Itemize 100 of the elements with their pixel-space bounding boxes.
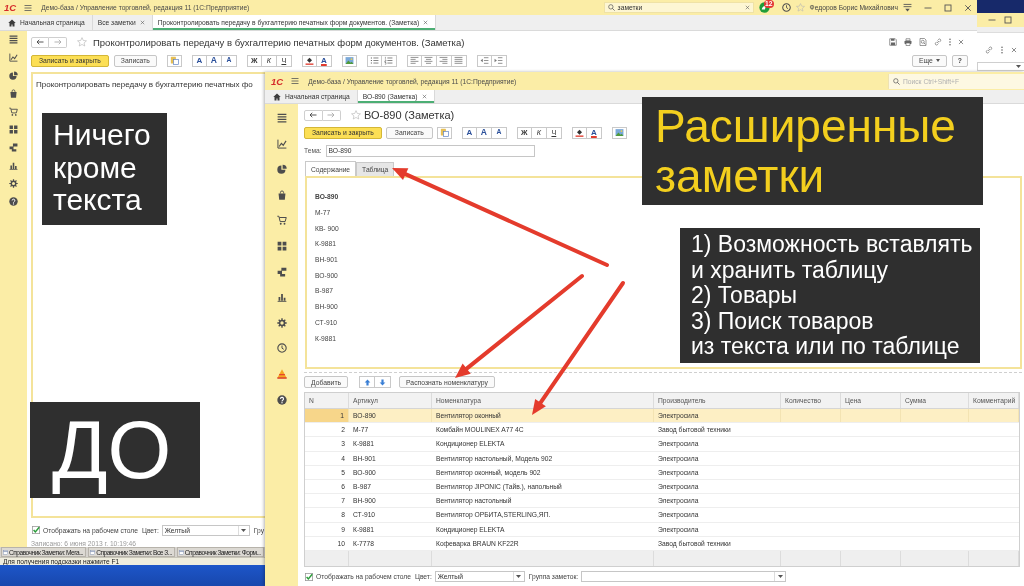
annotation-tooltip: 1) Возможность вставлять и хранить таблицу 2) Товары 3) Поиск товаров из текста или по таблице [680, 228, 980, 363]
paste-button[interactable] [436, 126, 452, 139]
outdent-button[interactable] [476, 54, 492, 67]
indent-icon [494, 56, 504, 65]
form-heading: Проконтролировать передачу в бухгалтерию печатных форм документов. (Заметка) [93, 36, 465, 48]
bullet-list-icon [369, 56, 379, 65]
logo: 1С [4, 2, 17, 13]
align-right-icon [439, 56, 449, 65]
boxes-icon[interactable] [276, 266, 287, 277]
annotation-tooltip: Ничего кроме текста [42, 113, 167, 225]
checkbox[interactable] [32, 526, 40, 534]
close-icon[interactable] [423, 20, 429, 25]
font-button[interactable]: A [191, 54, 207, 67]
cart-icon[interactable] [9, 107, 18, 116]
align-center-icon [424, 56, 434, 65]
home-icon [8, 18, 16, 27]
menu-icon[interactable] [291, 77, 300, 85]
home-icon [273, 92, 281, 101]
link-icon[interactable] [985, 46, 993, 54]
line-chart-icon[interactable] [276, 138, 287, 149]
menu-icon[interactable] [903, 3, 912, 12]
window-icon [3, 549, 8, 555]
arrow-up-icon [363, 378, 371, 386]
caret-icon [777, 575, 783, 579]
save-icon[interactable] [889, 38, 897, 46]
search-icon [607, 4, 615, 11]
close-icon[interactable] [139, 20, 145, 25]
clear-icon[interactable] [744, 5, 750, 10]
close-icon[interactable] [1011, 47, 1017, 53]
back-button[interactable] [304, 109, 323, 121]
preview-icon[interactable] [919, 38, 927, 46]
bar-chart-icon[interactable] [276, 292, 287, 303]
paint-bucket-icon [574, 128, 584, 137]
caret-icon [241, 528, 247, 532]
move-up-button[interactable] [359, 376, 376, 388]
grid-icon[interactable] [276, 240, 287, 251]
pyramid-icon[interactable] [276, 368, 287, 379]
pie-chart-icon[interactable] [9, 71, 18, 80]
picture-icon [344, 56, 354, 65]
checkbox[interactable] [305, 572, 313, 581]
justify-icon [454, 56, 464, 65]
clipboard-icon [169, 56, 179, 65]
back-arrow-icon [36, 38, 44, 46]
caret-icon [935, 59, 940, 62]
maximize-icon[interactable] [944, 3, 952, 12]
align-left-button[interactable] [406, 54, 422, 67]
outdent-icon [479, 56, 489, 65]
back-button[interactable] [31, 36, 49, 48]
cart-icon[interactable] [276, 215, 287, 226]
list-icon[interactable] [276, 113, 287, 123]
grid-icon[interactable] [9, 125, 18, 134]
caret-icon [516, 575, 522, 579]
settings-icon[interactable] [276, 317, 287, 328]
fill-color-button[interactable] [301, 54, 317, 67]
caret-icon [1016, 65, 1021, 68]
settings-icon[interactable] [9, 179, 18, 188]
form-heading: ВО-890 (Заметка) [364, 109, 455, 121]
bar-chart-icon[interactable] [9, 161, 18, 170]
print-icon[interactable] [904, 38, 912, 46]
forward-arrow-icon [327, 111, 336, 119]
minimize-icon[interactable] [924, 6, 932, 9]
logo: 1С [271, 75, 284, 87]
maximize-icon[interactable] [1004, 16, 1012, 24]
paste-button[interactable] [166, 54, 182, 67]
close-icon[interactable] [421, 94, 427, 99]
fill-color-button[interactable] [571, 126, 587, 139]
shopping-bag-icon[interactable] [9, 89, 18, 98]
move-down-button[interactable] [375, 376, 392, 388]
star-icon[interactable] [77, 37, 87, 47]
star-icon[interactable] [351, 110, 361, 120]
window-icon [90, 549, 96, 555]
arrow-down-icon [379, 378, 387, 386]
font-button[interactable]: A [461, 126, 477, 139]
bullet-list-button[interactable] [366, 54, 382, 67]
close-icon[interactable] [964, 3, 972, 12]
dropdown-field[interactable] [977, 62, 1024, 71]
numbered-list-icon [384, 56, 394, 65]
help-icon[interactable] [276, 394, 287, 405]
clipboard-icon [439, 128, 449, 137]
window-icon [178, 549, 184, 555]
close-icon[interactable] [958, 39, 964, 45]
insert-picture-button[interactable] [611, 126, 627, 139]
back-arrow-icon [309, 111, 318, 119]
star-icon[interactable] [795, 3, 805, 12]
insert-picture-button[interactable] [341, 54, 357, 67]
annotation-tooltip: ДО [30, 402, 200, 498]
annotation-tooltip: Расширенные заметки [642, 97, 983, 205]
help-icon[interactable] [9, 197, 18, 206]
menu-icon[interactable] [24, 3, 33, 12]
list-icon[interactable] [9, 35, 18, 44]
picture-icon [614, 128, 624, 137]
shopping-bag-icon[interactable] [276, 189, 287, 200]
clock-icon[interactable] [276, 343, 287, 354]
paint-bucket-icon [304, 56, 314, 65]
line-chart-icon[interactable] [9, 53, 18, 62]
pie-chart-icon[interactable] [276, 164, 287, 175]
history-icon[interactable] [781, 3, 791, 12]
link-icon[interactable] [934, 38, 942, 46]
boxes-icon[interactable] [9, 143, 18, 152]
forward-arrow-icon [53, 38, 62, 46]
